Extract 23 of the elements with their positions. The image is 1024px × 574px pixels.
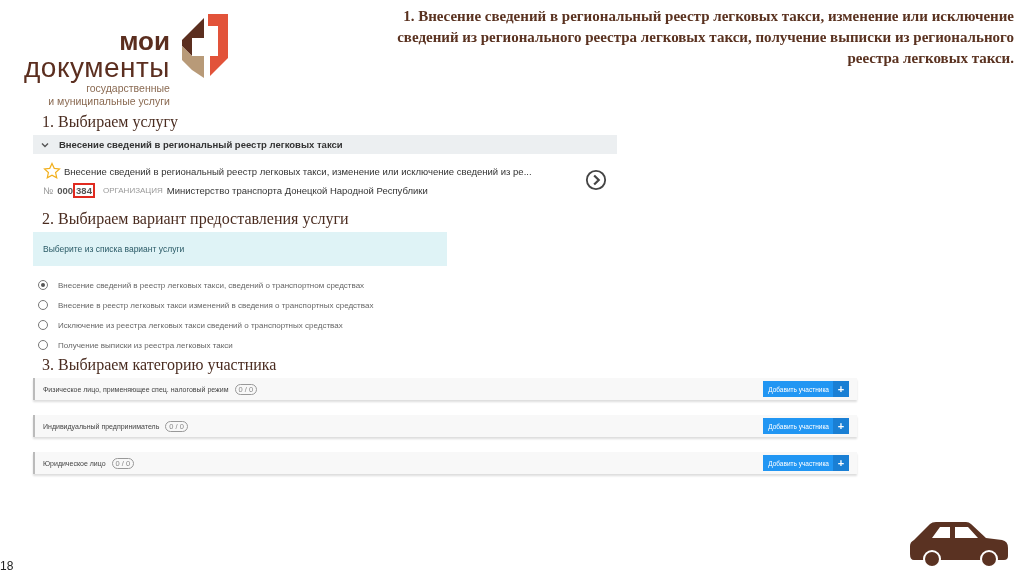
service-number: 000 bbox=[57, 185, 74, 197]
logo-tagline: государственные bbox=[86, 82, 170, 95]
option-label[interactable]: Внесение сведений в реестр легковых такси, сведений о транспортном средствах bbox=[58, 280, 365, 290]
step-heading: 3. Выбираем категорию участника bbox=[42, 356, 277, 375]
step-heading: 2. Выбираем вариант предоставления услуги bbox=[42, 210, 349, 229]
service-name[interactable]: Внесение сведений в региональный реестр легковых такси, изменение или исключение сведений из ре... bbox=[64, 165, 532, 177]
star-icon[interactable] bbox=[43, 162, 61, 181]
step-heading: 1. Выбираем услугу bbox=[42, 113, 179, 132]
logo-text: документы bbox=[24, 54, 170, 82]
group-label: Внесение сведений в региональный реестр легковых такси bbox=[59, 139, 343, 151]
info-banner: Выберите из списка вариант услуги bbox=[33, 232, 447, 267]
option-label[interactable]: Внесение в реестр легковых такси изменений в сведения о транспортных средствах bbox=[58, 300, 374, 310]
option-label[interactable]: Исключение из реестра легковых такси сведений о транспортных средствах bbox=[58, 320, 343, 330]
logo-text: мои bbox=[119, 28, 170, 54]
org-name: Министерство транспорта Донецкой Народной Республики bbox=[166, 185, 428, 197]
number-label: № bbox=[43, 185, 54, 197]
service-group-header[interactable]: Внесение сведений в региональный реестр легковых такси bbox=[33, 135, 617, 155]
org-label: ОРГАНИЗАЦИЯ bbox=[102, 186, 163, 196]
option-label[interactable]: Получение выписки из реестра легковых такси bbox=[58, 340, 233, 350]
slide-title: 1. Внесение сведений в региональный реестр легковых такси, изменение или исключение сведений из регионального реестра легковых такси, получение выписки из регионального реестра легковых такси. bbox=[396, 7, 1014, 68]
page-number: 18 bbox=[0, 560, 14, 572]
logo-tagline: и муниципальные услуги bbox=[48, 94, 170, 108]
highlighted-number: 384 bbox=[73, 183, 95, 199]
